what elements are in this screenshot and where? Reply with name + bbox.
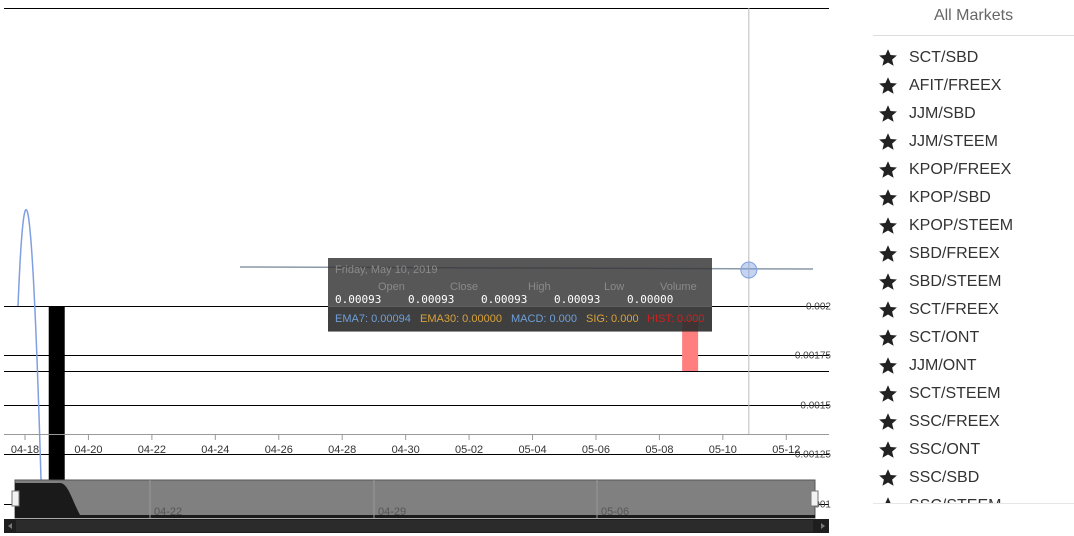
star-icon[interactable]: [878, 300, 898, 320]
tooltip-header-volume: Volume: [660, 281, 697, 293]
tooltip-value-close: 0.00093: [408, 293, 455, 306]
market-label: JJM/SBD: [909, 105, 976, 122]
y-tick-label: 0.00175: [795, 351, 832, 362]
tooltip-value-low: 0.00093: [554, 293, 601, 306]
star-icon[interactable]: [878, 216, 898, 236]
market-label: SBD/STEEM: [909, 273, 1002, 290]
market-item[interactable]: SBD/STEEM: [873, 268, 1074, 296]
tooltip-header-close: Close: [450, 281, 479, 293]
markets-title: All Markets: [873, 0, 1074, 36]
x-tick-label: 04-28: [328, 444, 356, 456]
market-item[interactable]: SSC/FREEX: [873, 408, 1074, 436]
indicator-sig: SIG: 0.000: [586, 313, 639, 325]
market-item[interactable]: JJM/ONT: [873, 352, 1074, 380]
star-icon[interactable]: [878, 160, 898, 180]
tooltip-value-open: 0.00093: [335, 293, 382, 306]
navigator-left-handle[interactable]: [11, 490, 20, 507]
market-label: SSC/FREEX: [909, 413, 1000, 430]
star-icon[interactable]: [878, 496, 898, 504]
star-icon[interactable]: [878, 104, 898, 124]
x-tick-label: 05-08: [645, 444, 673, 456]
indicator-ema7: EMA7: 0.00094: [335, 313, 411, 325]
crosshair-marker: [740, 261, 758, 279]
range-navigator[interactable]: 04-22 04-29 05-06: [4, 479, 829, 533]
market-label: JJM/STEEM: [909, 133, 998, 150]
market-item[interactable]: KPOP/FREEX: [873, 156, 1074, 184]
market-item[interactable]: SSC/SBD: [873, 464, 1074, 492]
x-tick-label: 04-20: [74, 444, 102, 456]
navigator-tick-label: 04-22: [154, 506, 182, 518]
market-item[interactable]: SBD/FREEX: [873, 240, 1074, 268]
market-item[interactable]: KPOP/STEEM: [873, 212, 1074, 240]
star-icon[interactable]: [878, 244, 898, 264]
market-label: KPOP/STEEM: [909, 217, 1014, 234]
market-label: KPOP/FREEX: [909, 161, 1012, 178]
market-item[interactable]: JJM/STEEM: [873, 128, 1074, 156]
market-item[interactable]: SCT/ONT: [873, 324, 1074, 352]
market-label: SCT/SBD: [909, 49, 979, 66]
star-icon[interactable]: [878, 440, 898, 460]
ohlc-tooltip: Friday, May 10, 2019 Open Close High Low…: [328, 258, 712, 332]
x-tick-label: 05-12: [772, 444, 800, 456]
x-axis: 04-18 04-20 04-22 04-24 04-26 04-28 04-30 05-02…: [4, 434, 829, 456]
indicator-ema30: EMA30: 0.00000: [420, 313, 502, 325]
tooltip-date: Friday, May 10, 2019: [335, 264, 438, 276]
indicator-hist: HIST: 0.000: [647, 313, 705, 325]
market-label: SCT/ONT: [909, 329, 980, 346]
market-label: SSC/ONT: [909, 441, 981, 458]
navigator-window: [14, 479, 816, 519]
market-label: SBD/FREEX: [909, 245, 1000, 262]
market-item[interactable]: JJM/SBD: [873, 100, 1074, 128]
market-label: SSC/STEEM: [909, 497, 1001, 503]
star-icon[interactable]: [878, 384, 898, 404]
x-tick-label: 04-30: [392, 444, 420, 456]
star-icon[interactable]: [878, 356, 898, 376]
market-label: SSC/SBD: [909, 469, 980, 486]
star-icon[interactable]: [878, 468, 898, 488]
star-icon[interactable]: [878, 328, 898, 348]
tooltip-header-low: Low: [604, 281, 625, 293]
market-item[interactable]: KPOP/SBD: [873, 184, 1074, 212]
x-tick-label: 05-04: [518, 444, 546, 456]
navigator-tick-label: 05-06: [601, 506, 629, 518]
star-icon[interactable]: [878, 48, 898, 68]
navigator-tick-label: 04-29: [378, 506, 406, 518]
x-tick-label: 04-26: [265, 444, 293, 456]
star-icon[interactable]: [878, 188, 898, 208]
y-tick-label: 0.0015: [800, 401, 831, 412]
navigator-scrollbar-thumb[interactable]: [16, 520, 813, 532]
market-label: JJM/ONT: [909, 357, 977, 374]
market-item[interactable]: SSC/STEEM: [873, 492, 1074, 504]
market-label: KPOP/SBD: [909, 189, 991, 206]
star-icon[interactable]: [878, 272, 898, 292]
x-tick-label: 04-18: [11, 444, 39, 456]
market-item[interactable]: SCT/FREEX: [873, 296, 1074, 324]
star-icon[interactable]: [878, 132, 898, 152]
indicator-macd: MACD: 0.000: [511, 313, 578, 325]
x-tick-label: 04-24: [201, 444, 229, 456]
market-item[interactable]: AFIT/FREEX: [873, 72, 1074, 100]
x-tick-label: 05-06: [582, 444, 610, 456]
y-tick-label: 0.002: [806, 302, 831, 313]
x-tick-label: 05-02: [455, 444, 483, 456]
x-tick-label: 04-22: [138, 444, 166, 456]
star-icon[interactable]: [878, 412, 898, 432]
market-item[interactable]: SCT/SBD: [873, 44, 1074, 72]
markets-list[interactable]: SCT/SBD AFIT/FREEX JJM/SBD JJM/STEEM KPOP/FR…: [873, 36, 1074, 504]
market-label: SCT/FREEX: [909, 301, 999, 318]
x-tick-label: 05-10: [709, 444, 737, 456]
price-chart[interactable]: 0.0020.001750.00150.001250.0010.00075 04…: [0, 0, 840, 536]
market-label: SCT/STEEM: [909, 385, 1001, 402]
market-item[interactable]: SSC/ONT: [873, 436, 1074, 464]
tooltip-indicators: EMA7: 0.00094 EMA30: 0.00000 MACD: 0.000…: [328, 306, 712, 332]
navigator-right-handle[interactable]: [810, 490, 819, 507]
market-item[interactable]: SCT/STEEM: [873, 380, 1074, 408]
tooltip-value-high: 0.00093: [481, 293, 528, 306]
markets-sidebar: All Markets SCT/SBD AFIT/FREEX JJM/SBD JJM/…: [873, 0, 1074, 504]
star-icon[interactable]: [878, 76, 898, 96]
tooltip-header-high: High: [528, 281, 551, 293]
tooltip-header-open: Open: [378, 281, 405, 293]
tooltip-value-volume: 0.00000: [627, 293, 674, 306]
market-label: AFIT/FREEX: [909, 77, 1002, 94]
